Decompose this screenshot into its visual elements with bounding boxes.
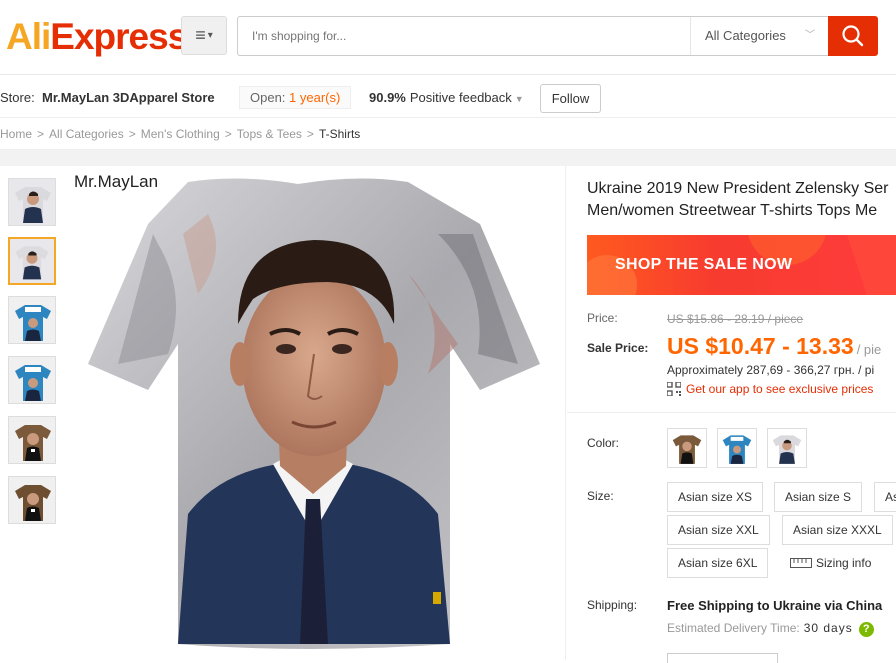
color-swatch-blue[interactable] bbox=[717, 428, 757, 468]
product-main-image[interactable] bbox=[78, 174, 548, 658]
quantity-box[interactable] bbox=[667, 653, 778, 663]
search-icon bbox=[842, 25, 864, 47]
positive-feedback[interactable]: 90.9% Positive feedback ▼ bbox=[369, 90, 524, 105]
divider-band bbox=[0, 149, 896, 166]
divider bbox=[567, 412, 896, 413]
search-input[interactable] bbox=[252, 17, 682, 55]
sizing-info-link[interactable]: Sizing info bbox=[790, 556, 871, 570]
app-price-link[interactable]: Get our app to see exclusive prices bbox=[667, 382, 873, 396]
color-swatch-white[interactable] bbox=[767, 428, 807, 468]
chevron-down-icon: ▼ bbox=[514, 94, 524, 104]
ruler-icon bbox=[790, 558, 812, 568]
color-swatch-brown[interactable] bbox=[667, 428, 707, 468]
size-option-m[interactable]: As bbox=[874, 482, 896, 512]
shipping-label: Shipping: bbox=[587, 598, 638, 612]
gallery-thumb[interactable] bbox=[8, 356, 56, 404]
chevron-down-icon: ﹀ bbox=[805, 30, 815, 41]
gallery-thumb[interactable] bbox=[8, 416, 56, 464]
shipping-method[interactable]: Free Shipping to Ukraine via China bbox=[667, 598, 882, 613]
breadcrumb-mens-clothing[interactable]: Men's Clothing bbox=[141, 127, 220, 141]
gallery-thumb-selected[interactable] bbox=[8, 237, 56, 285]
search-bar: All Categories ﹀ bbox=[237, 16, 828, 56]
logo-express: Express bbox=[50, 16, 188, 57]
aliexpress-logo[interactable]: AliExpress™ bbox=[6, 16, 196, 58]
delivery-estimate: Estimated Delivery Time: 30 days? bbox=[667, 621, 874, 637]
size-option-6xl[interactable]: Asian size 6XL bbox=[667, 548, 769, 578]
breadcrumb-tops-tees[interactable]: Tops & Tees bbox=[237, 127, 302, 141]
qr-code-icon bbox=[667, 382, 681, 396]
breadcrumb: Home > All Categories > Men's Clothing > Tops … bbox=[0, 127, 361, 141]
gallery-thumb[interactable] bbox=[8, 296, 56, 344]
size-label: Size: bbox=[587, 489, 614, 503]
breadcrumb-all-categories[interactable]: All Categories bbox=[49, 127, 124, 141]
approx-price: Approximately 287,69 - 366,27 грн. / pi bbox=[667, 363, 875, 377]
price-label: Price: bbox=[587, 311, 618, 325]
gallery-thumb[interactable] bbox=[8, 178, 56, 226]
search-button[interactable] bbox=[828, 16, 878, 56]
categories-menu-button[interactable]: ≡ ▾ bbox=[181, 16, 227, 55]
product-title: Ukraine 2019 New President Zelensky Ser … bbox=[587, 180, 889, 219]
color-label: Color: bbox=[587, 436, 620, 450]
sale-price-label: Sale Price: bbox=[587, 341, 649, 355]
store-bar: Store: Mr.MayLan 3DApparel Store Open: 1… bbox=[0, 76, 896, 118]
store-name-link[interactable]: Mr.MayLan 3DApparel Store bbox=[42, 90, 215, 105]
follow-button[interactable]: Follow bbox=[540, 84, 601, 113]
sale-banner[interactable]: SHOP THE SALE NOW bbox=[587, 235, 896, 295]
original-price: US $15.86 - 28.19 / piece bbox=[667, 312, 804, 326]
sale-price: US $10.47 - 13.33/ pie bbox=[667, 333, 882, 359]
hamburger-icon: ≡ bbox=[195, 25, 206, 45]
site-header: AliExpress™ ≡▾ All Categories ﹀ bbox=[0, 0, 896, 75]
size-option-s[interactable]: Asian size S bbox=[774, 482, 863, 512]
help-icon[interactable]: ? bbox=[858, 622, 874, 637]
store-label: Store: bbox=[0, 90, 35, 105]
size-option-xxxl[interactable]: Asian size XXXL bbox=[782, 515, 893, 545]
breadcrumb-current: T-Shirts bbox=[318, 127, 361, 141]
category-select[interactable]: All Categories ﹀ bbox=[690, 17, 829, 55]
product-info-panel: Ukraine 2019 New President Zelensky Ser … bbox=[567, 166, 896, 663]
caret-down-icon: ▾ bbox=[207, 30, 213, 41]
breadcrumb-home[interactable]: Home bbox=[0, 127, 32, 141]
size-option-xs[interactable]: Asian size XS bbox=[667, 482, 764, 512]
store-open-badge: Open: 1 year(s) bbox=[239, 86, 352, 109]
logo-ali: Ali bbox=[6, 16, 51, 57]
size-option-xxl[interactable]: Asian size XXL bbox=[667, 515, 770, 545]
gallery-thumb[interactable] bbox=[8, 476, 56, 524]
product-gallery: Mr.MayLan bbox=[0, 166, 566, 660]
